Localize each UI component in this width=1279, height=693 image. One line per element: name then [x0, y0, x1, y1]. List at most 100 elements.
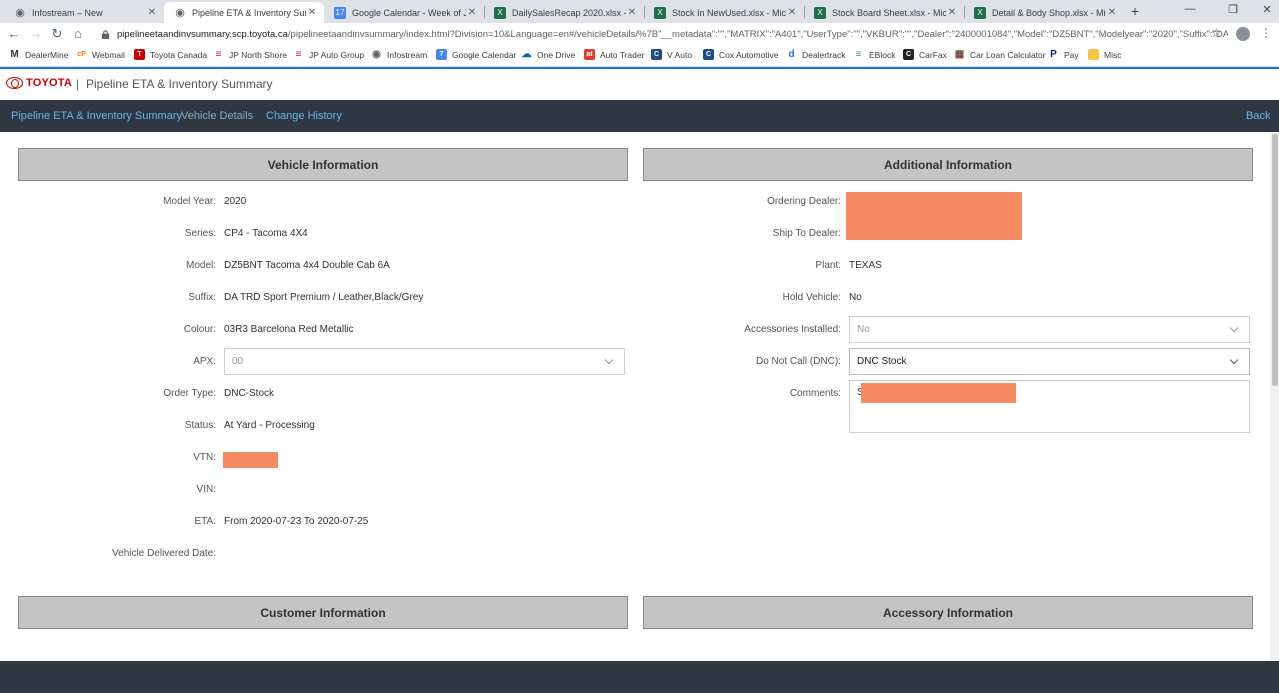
toyota-logo: TOYOTA	[6, 77, 72, 89]
url-host: pipelineetaandinvsummary.scp.toyota.ca	[117, 28, 288, 40]
new-tab-plus-icon[interactable]: +	[1128, 3, 1142, 19]
bookmark-misc[interactable]: Misc	[1088, 49, 1121, 60]
bookmarks-bar: M DealerMine cP Webmail T Toyota Canada ≡ JP…	[0, 45, 1279, 67]
forward-arrow-icon[interactable]: →	[29, 26, 43, 42]
nav-link-summary[interactable]: Pipeline ETA & Inventory Summary	[11, 110, 182, 122]
excel-icon: X	[494, 6, 506, 19]
tab-divider	[804, 6, 805, 18]
apx-select-value: 00	[232, 356, 244, 367]
hold-vehicle-label: Hold Vehicle:	[782, 292, 841, 303]
bookmark-label: Misc	[1104, 49, 1122, 60]
bookmark-google-calendar[interactable]: 7 Google Calendar	[436, 49, 516, 60]
url-path: /pipelineetaandinvsummary/index.html?Div…	[287, 28, 1228, 40]
browser-tab-detail-body[interactable]: X Detail & Body Shop.xlsx - Micros ✕	[964, 2, 1124, 23]
nav-link-vehicle-details[interactable]: Vehicle Details	[181, 110, 253, 122]
vehicle-details-content: Vehicle Information Additional Informati…	[0, 132, 1270, 661]
header-separator: |	[76, 77, 80, 91]
browser-tab-infostream[interactable]: ◉ Infostream – New ✕	[4, 2, 164, 23]
order-type-value: DNC-Stock	[224, 388, 275, 399]
close-icon[interactable]: ✕	[626, 7, 638, 18]
menu-kebab-icon[interactable]: ⋮	[1260, 26, 1272, 40]
accessories-installed-select[interactable]: No	[849, 316, 1250, 343]
back-link[interactable]: Back	[1246, 110, 1270, 122]
dnc-select[interactable]: DNC Stock	[849, 348, 1250, 375]
window-close-icon[interactable]: ✕	[1260, 3, 1274, 16]
restore-icon[interactable]: ❐	[1226, 3, 1240, 16]
close-icon[interactable]: ✕	[946, 7, 958, 18]
back-arrow-icon[interactable]: ←	[7, 26, 21, 42]
bookmark-eblock[interactable]: ≡ EBlock	[853, 49, 896, 60]
home-icon[interactable]: ⌂	[71, 26, 85, 42]
accessories-select-value: No	[857, 324, 870, 335]
colour-value: 03R3 Barcelona Red Metallic	[224, 324, 354, 335]
model-value: DZ5BNT Tacoma 4x4 Double Cab 6A	[224, 260, 390, 271]
model-year-value: 2020	[224, 196, 247, 207]
browser-tab-stock-board[interactable]: X Stock Board Sheet.xlsx - Microsof ✕	[804, 2, 964, 23]
bookmark-label: Webmail	[92, 49, 125, 60]
globe-icon: ◉	[15, 7, 25, 19]
browser-tab-pipeline[interactable]: ◉ Pipeline ETA & Inventory Summar ✕	[164, 2, 324, 23]
close-icon[interactable]: ✕	[306, 7, 318, 18]
status-label: Status:	[184, 420, 216, 431]
bookmark-star-icon[interactable]: ☆	[1211, 26, 1222, 40]
dealertrack-icon: d	[788, 49, 795, 60]
apx-select[interactable]: 00	[224, 348, 625, 375]
bookmark-car-loan-calculator[interactable]: ▦ Car Loan Calculator	[954, 49, 1046, 60]
bookmark-jp-north-shore[interactable]: ≡ JP North Shore	[213, 49, 287, 60]
nav-link-change-history[interactable]: Change History	[266, 110, 342, 122]
dnc-select-value: DNC Stock	[857, 356, 907, 367]
customer-information-header[interactable]: Customer Information	[18, 596, 628, 629]
bookmark-infostream[interactable]: ◉ Infostream	[371, 49, 427, 60]
bookmark-jp-auto-group[interactable]: ≡ JP Auto Group	[293, 49, 365, 60]
bookmark-toyota-canada[interactable]: T Toyota Canada	[134, 49, 207, 60]
tab-divider	[484, 6, 485, 18]
bookmark-cox-automotive[interactable]: C Cox Automotive	[703, 49, 779, 60]
bookmark-dealermine[interactable]: M DealerMine	[9, 49, 68, 60]
accessories-installed-label: Accessories Installed:	[744, 324, 841, 335]
ordering-dealer-label: Ordering Dealer:	[767, 196, 841, 207]
jp-icon: ≡	[295, 49, 302, 60]
browser-tab-stock-in[interactable]: X Stock In NewUsed.xlsx - Microsof ✕	[644, 2, 804, 23]
dealer-redaction	[846, 192, 1022, 240]
browser-tab-daily-sales[interactable]: X DailySalesRecap 2020.xlsx - Micro ✕	[484, 2, 644, 23]
tab-title: Infostream – New	[32, 7, 103, 18]
bookmark-webmail[interactable]: cP Webmail	[76, 49, 125, 60]
bookmark-one-drive[interactable]: ☁ One Drive	[521, 49, 576, 60]
excel-icon: X	[974, 6, 986, 19]
vtn-redaction	[223, 452, 278, 468]
comments-redaction	[861, 383, 1016, 403]
bookmark-carfax[interactable]: C CarFax	[903, 49, 947, 60]
excel-icon: X	[654, 6, 666, 19]
bookmark-label: Auto Trader	[600, 49, 645, 60]
minimize-icon[interactable]: —	[1183, 3, 1197, 15]
folder-icon	[1088, 49, 1099, 60]
bookmark-pay[interactable]: P Pay	[1048, 49, 1079, 60]
bookmark-label: DealerMine	[25, 49, 69, 60]
chevron-down-icon	[1229, 355, 1239, 365]
eta-value: From 2020-07-23 To 2020-07-25	[224, 516, 369, 527]
browser-tab-google-calendar[interactable]: 17 Google Calendar - Week of July 1 ✕	[324, 2, 484, 23]
close-icon[interactable]: ✕	[466, 7, 478, 18]
close-icon[interactable]: ✕	[146, 7, 158, 18]
bookmark-v-auto[interactable]: C V Auto	[651, 49, 692, 60]
scrollbar-thumb[interactable]	[1272, 134, 1278, 386]
bookmark-label: V Auto	[667, 49, 693, 60]
close-icon[interactable]: ✕	[1106, 7, 1118, 18]
bookmark-label: Google Calendar	[452, 49, 517, 60]
app-title: Pipeline ETA & Inventory Summary	[86, 77, 273, 91]
close-icon[interactable]: ✕	[786, 7, 798, 18]
bookmark-label: JP Auto Group	[309, 49, 365, 60]
carfax-icon: C	[903, 49, 914, 60]
chevron-down-icon	[604, 355, 614, 365]
tab-divider	[964, 6, 965, 18]
jp-icon: ≡	[215, 49, 222, 60]
reload-icon[interactable]: ↻	[50, 26, 64, 42]
bookmark-auto-trader[interactable]: at Auto Trader	[584, 49, 644, 60]
bookmark-dealertrack[interactable]: d Dealertrack	[786, 49, 845, 60]
excel-icon: X	[814, 6, 826, 19]
address-bar[interactable]: pipelineetaandinvsummary.scp.toyota.ca/p…	[93, 24, 1228, 44]
accessory-information-header[interactable]: Accessory Information	[643, 596, 1253, 629]
profile-avatar[interactable]	[1236, 27, 1250, 41]
comments-label: Comments:	[789, 388, 841, 399]
chevron-down-icon	[1229, 323, 1239, 333]
